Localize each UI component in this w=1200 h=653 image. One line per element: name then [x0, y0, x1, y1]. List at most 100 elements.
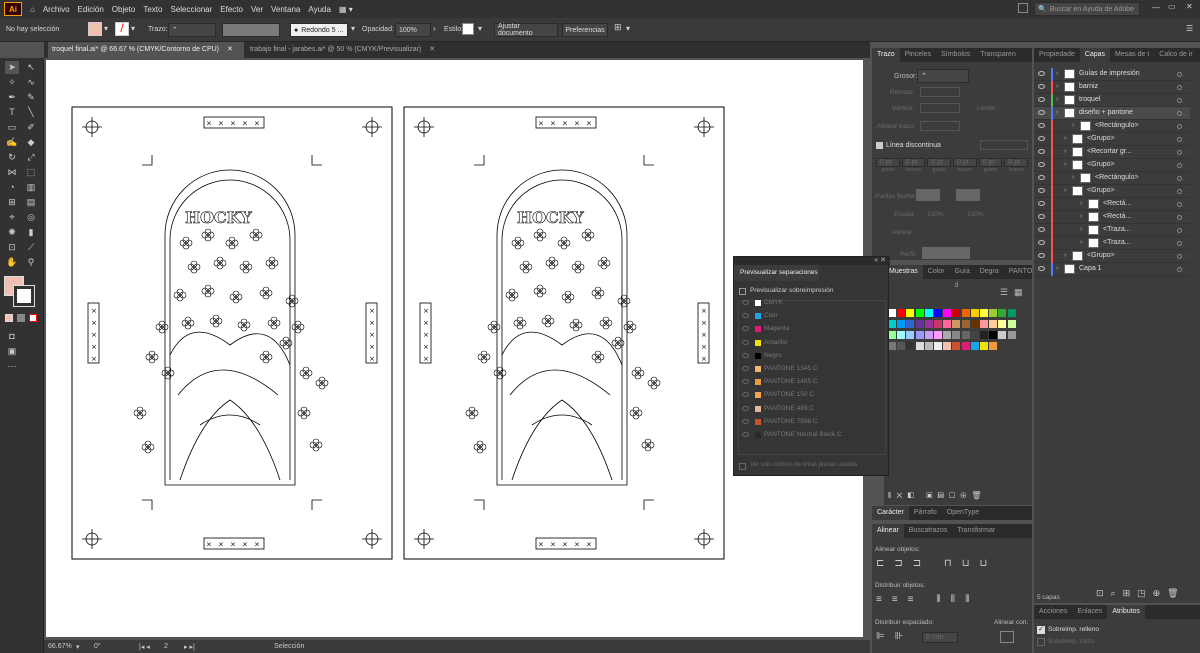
- color-swatch[interactable]: [934, 320, 942, 328]
- visibility-eye-icon[interactable]: [1038, 214, 1045, 219]
- distribute-object-buttons[interactable]: ≡≡≡ ⦀⦀⦀: [876, 594, 979, 605]
- curvature-icon[interactable]: ✎: [24, 91, 38, 104]
- layer-row[interactable]: › <Grupo>: [1034, 250, 1190, 263]
- color-swatch[interactable]: [915, 342, 924, 350]
- zoom-tool-icon[interactable]: ⚲: [24, 256, 38, 269]
- separation-row[interactable]: PANTONE Neutral Black C: [738, 429, 884, 442]
- close-icon[interactable]: ✕: [1186, 2, 1193, 11]
- visibility-eye-icon[interactable]: [1038, 110, 1045, 115]
- tab-trabajo-final[interactable]: trabajo final - jarabes.ai* @ 50 % (CMYK…: [246, 42, 486, 58]
- separation-row[interactable]: Magenta: [738, 323, 884, 336]
- artboard-number[interactable]: 2: [164, 643, 168, 650]
- brush-select[interactable]: ● Redondo 5 ...: [290, 23, 348, 37]
- draw-mode-icon[interactable]: ◘: [5, 330, 19, 343]
- color-swatch[interactable]: [998, 320, 1007, 328]
- free-transform-icon[interactable]: ⬚: [24, 166, 38, 179]
- tab-transformar[interactable]: Transformar: [952, 524, 1000, 538]
- color-swatch[interactable]: [980, 342, 988, 350]
- target-circle-icon[interactable]: [1177, 111, 1182, 116]
- color-swatch[interactable]: [961, 320, 970, 328]
- spot-only-checkbox[interactable]: [739, 463, 746, 470]
- color-swatch[interactable]: [970, 320, 979, 328]
- mesh-tool-icon[interactable]: ⊞: [5, 196, 19, 209]
- tab-pinceles[interactable]: Pinceles: [900, 48, 936, 62]
- type-tool-icon[interactable]: T: [5, 106, 19, 119]
- visibility-eye-icon[interactable]: [1038, 149, 1045, 154]
- menu-ayuda[interactable]: Ayuda: [308, 5, 331, 14]
- layer-row[interactable]: › <Rectá...: [1034, 211, 1190, 224]
- color-swatch[interactable]: [1007, 309, 1016, 317]
- tab-enlaces[interactable]: Enlaces: [1072, 605, 1107, 619]
- visibility-eye-icon[interactable]: [1038, 253, 1045, 258]
- lasso-icon[interactable]: ∿: [24, 76, 38, 89]
- column-graph-icon[interactable]: ▮: [24, 226, 38, 239]
- dashed-checkbox[interactable]: [876, 142, 883, 149]
- dash-input[interactable]: 0 pt: [927, 158, 952, 167]
- chevron-down-icon[interactable]: ▾: [478, 24, 482, 33]
- color-swatch[interactable]: [934, 331, 942, 339]
- visibility-eye-icon[interactable]: [742, 432, 749, 437]
- eraser-icon[interactable]: ◆: [24, 136, 38, 149]
- tab-caracter[interactable]: Carácter: [872, 506, 909, 520]
- tab-parrafo[interactable]: Párrafo: [909, 506, 942, 520]
- list-view-icon[interactable]: ☰: [1000, 287, 1008, 298]
- tab-atributos[interactable]: Atributos: [1107, 605, 1145, 619]
- tab-color[interactable]: Color: [923, 265, 950, 279]
- color-swatch[interactable]: [980, 309, 988, 317]
- gap-input[interactable]: 0 pt: [901, 158, 926, 167]
- color-swatch[interactable]: [970, 342, 979, 350]
- color-swatch[interactable]: [897, 331, 906, 339]
- tab-degradado[interactable]: Degra: [975, 265, 1004, 279]
- chevron-down-icon[interactable]: ▾: [131, 24, 135, 33]
- expand-chevron-icon[interactable]: ›: [1064, 161, 1066, 168]
- gap-input[interactable]: 0 pt: [1004, 158, 1029, 167]
- profile-select[interactable]: [922, 247, 970, 259]
- layer-row[interactable]: › <Grupo>: [1034, 185, 1190, 198]
- nav-next-icon[interactable]: ▸ ▸|: [184, 643, 195, 651]
- tab-simbolos[interactable]: Símbolos: [936, 48, 975, 62]
- target-circle-icon[interactable]: [1177, 202, 1182, 207]
- color-swatch[interactable]: [915, 320, 924, 328]
- color-swatch[interactable]: [888, 331, 896, 339]
- color-swatch[interactable]: [943, 309, 952, 317]
- tab-transparencia[interactable]: Transparen: [975, 48, 1021, 62]
- expand-chevron-icon[interactable]: ›: [1056, 83, 1058, 90]
- color-swatch[interactable]: [897, 309, 906, 317]
- align-to-select[interactable]: [1000, 631, 1014, 643]
- chevron-down-icon[interactable]: ▾: [104, 24, 108, 33]
- width-tool-icon[interactable]: ⋈: [5, 166, 19, 179]
- tab-separations[interactable]: Previsualizar separaciones: [734, 265, 819, 281]
- layer-row[interactable]: › <Rectángulo>: [1034, 172, 1190, 185]
- separation-row[interactable]: Cian: [738, 310, 884, 323]
- color-swatch[interactable]: [970, 309, 979, 317]
- target-circle-icon[interactable]: [1177, 189, 1182, 194]
- grid-view-icon[interactable]: ▦: [1014, 287, 1023, 298]
- layer-row[interactable]: › <Grupo>: [1034, 159, 1190, 172]
- visibility-eye-icon[interactable]: [1038, 123, 1045, 128]
- dash-input[interactable]: 0 pt: [978, 158, 1003, 167]
- visibility-eye-icon[interactable]: [1038, 266, 1045, 271]
- style-swatch[interactable]: [462, 23, 474, 35]
- color-swatch[interactable]: [924, 342, 933, 350]
- color-swatch[interactable]: [924, 320, 933, 328]
- expand-chevron-icon[interactable]: ›: [1056, 109, 1058, 116]
- visibility-eye-icon[interactable]: [1038, 71, 1045, 76]
- expand-chevron-icon[interactable]: ›: [1080, 200, 1082, 207]
- menu-efecto[interactable]: Efecto: [220, 5, 243, 14]
- swatch-actions[interactable]: ⫴✕◧ ▣▤▢⊕🗑: [888, 491, 987, 501]
- artboard-tool-icon[interactable]: ⊡: [5, 241, 19, 254]
- visibility-eye-icon[interactable]: [742, 352, 749, 358]
- blend-tool-icon[interactable]: ◎: [24, 211, 38, 224]
- expand-chevron-icon[interactable]: ›: [1056, 265, 1058, 272]
- visibility-eye-icon[interactable]: [1038, 201, 1045, 206]
- tab-trazo[interactable]: Trazo: [872, 48, 900, 62]
- layer-row[interactable]: › barniz: [1034, 81, 1190, 94]
- visibility-eye-icon[interactable]: [742, 326, 749, 332]
- color-swatch[interactable]: [924, 309, 933, 317]
- magic-wand-icon[interactable]: ✧: [5, 76, 19, 89]
- tab-acciones[interactable]: Acciones: [1034, 605, 1072, 619]
- layer-row[interactable]: › <Rectá...: [1034, 198, 1190, 211]
- separation-row[interactable]: PANTONE 489 C: [738, 403, 884, 416]
- color-swatch[interactable]: [980, 320, 988, 328]
- gap-input[interactable]: 0 pt: [953, 158, 977, 167]
